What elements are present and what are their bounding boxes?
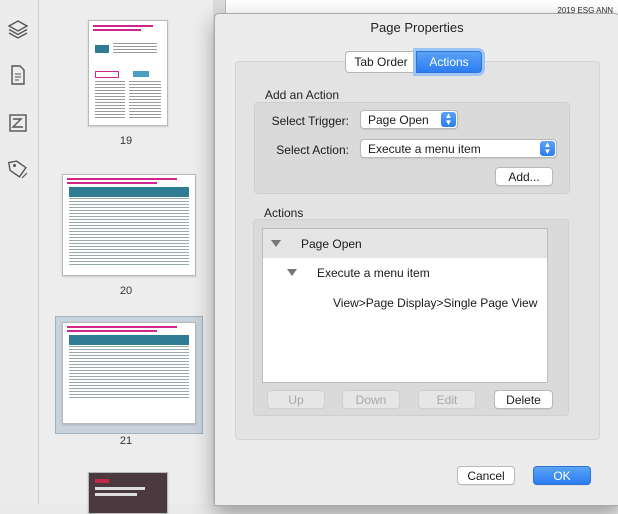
edit-button[interactable]: Edit (418, 390, 476, 409)
tree-row-page-open[interactable]: Page Open (263, 229, 547, 258)
add-action-button[interactable]: Add... (495, 167, 553, 186)
cancel-button[interactable]: Cancel (457, 466, 515, 485)
select-trigger-value: Page Open (368, 113, 429, 127)
select-trigger-popup[interactable]: Page Open ▲ ▼ (360, 110, 458, 129)
delete-button[interactable]: Delete (494, 390, 553, 409)
page-number-20: 20 (119, 285, 133, 297)
thumbnails-pane: 19 20 21 (39, 0, 213, 514)
down-button[interactable]: Down (342, 390, 400, 409)
page-thumbnail-20[interactable] (62, 174, 196, 276)
page-thumbnail-19[interactable] (88, 20, 168, 126)
tree-row-execute-menu-item[interactable]: Execute a menu item (263, 259, 547, 287)
tree-row-menu-path[interactable]: View>Page Display>Single Page View (263, 289, 547, 317)
actions-tree[interactable]: Page Open Execute a menu item View>Page … (262, 228, 548, 383)
content-structure-icon[interactable] (7, 112, 29, 134)
add-action-section-title: Add an Action (265, 88, 340, 102)
page-thumbnail-22[interactable] (88, 472, 168, 514)
page-thumbnails-icon[interactable] (7, 64, 29, 86)
select-action-value: Execute a menu item (368, 142, 481, 156)
up-button[interactable]: Up (267, 390, 325, 409)
chevron-updown-icon: ▲ ▼ (441, 112, 456, 127)
tab-actions[interactable]: Actions (416, 51, 482, 73)
tree-label-execute-menu-item: Execute a menu item (317, 266, 430, 280)
disclosure-triangle-icon[interactable] (287, 269, 297, 276)
ok-button[interactable]: OK (533, 466, 591, 485)
select-action-popup[interactable]: Execute a menu item ▲ ▼ (360, 139, 557, 158)
tree-label-page-open: Page Open (301, 237, 362, 251)
select-trigger-label: Select Trigger: (271, 114, 349, 128)
page-properties-dialog: Page Properties Add an Action Tab Order … (214, 13, 618, 506)
actions-section-title: Actions (264, 206, 304, 220)
tree-label-menu-path: View>Page Display>Single Page View (333, 296, 538, 310)
page-number-19: 19 (119, 135, 133, 147)
layers-icon[interactable] (7, 18, 29, 40)
page-thumbnail-21[interactable] (62, 322, 196, 424)
tool-rail (0, 0, 39, 504)
tag-icon[interactable] (7, 158, 29, 180)
tab-tab-order[interactable]: Tab Order (345, 51, 416, 73)
dialog-title: Page Properties (370, 20, 464, 35)
chevron-updown-icon: ▲ ▼ (540, 141, 555, 156)
disclosure-triangle-icon[interactable] (271, 240, 281, 247)
page-number-21: 21 (119, 435, 133, 447)
select-action-label: Select Action: (276, 143, 349, 157)
